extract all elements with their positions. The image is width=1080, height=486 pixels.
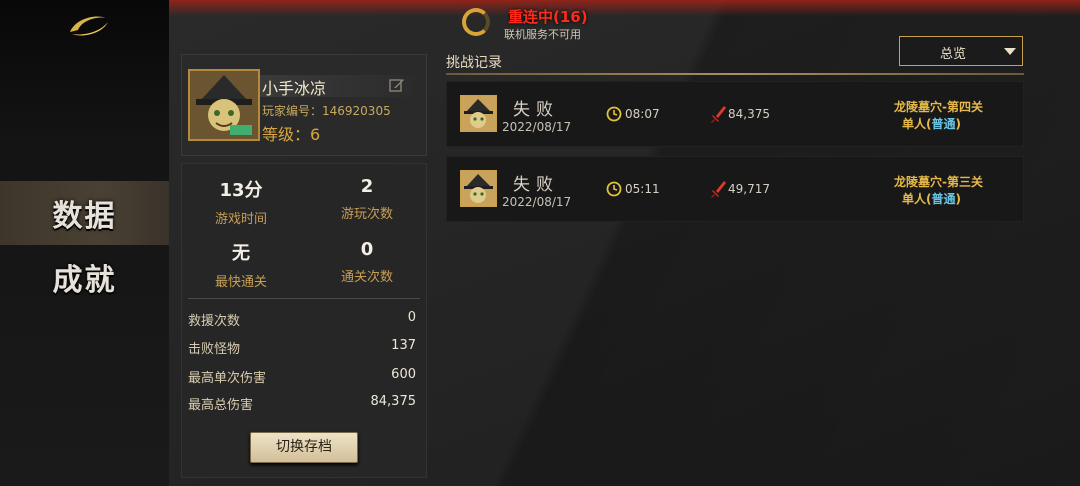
record-mode-label: 单人( [902, 192, 932, 206]
stat-row-label: 击败怪物 [188, 342, 241, 357]
clock-icon [606, 106, 622, 122]
stat-row-rescues: 救援次数 0 [188, 310, 416, 330]
records-divider [446, 73, 1024, 75]
stat-value: 0 [360, 239, 374, 260]
record-mode-end: ) [955, 117, 961, 131]
switch-save-button[interactable]: 切换存档 [250, 432, 358, 463]
edit-icon[interactable] [389, 77, 405, 93]
sword-icon [711, 181, 726, 198]
sidebar-item-label: 数据 [52, 199, 117, 234]
stat-clear-count: 0 通关次数 [312, 239, 422, 285]
character-portrait-icon [190, 71, 258, 139]
character-portrait-icon [461, 96, 496, 131]
record-damage: 84,375 [728, 107, 770, 121]
record-mode-end: ) [955, 192, 961, 206]
record-mode: 单人(普通) [902, 115, 961, 132]
sidebar-item-label: 成就 [52, 263, 117, 298]
stat-row-label: 最高总伤害 [188, 398, 254, 413]
record-mode: 单人(普通) [902, 190, 961, 207]
divider [188, 298, 420, 299]
stat-label: 最快通关 [214, 275, 267, 290]
record-time: 05:11 [625, 182, 660, 196]
stat-row-value: 84,375 [370, 394, 417, 409]
stat-row-value: 600 [391, 367, 416, 382]
game-logo-icon [70, 16, 108, 36]
profile-card: 小手冰凉 玩家编号：146920305 等级：6 [181, 54, 427, 156]
chevron-down-icon [1004, 48, 1016, 55]
stat-fastest-clear: 无 最快通关 [186, 239, 296, 290]
stat-label: 游玩次数 [340, 207, 393, 222]
record-result: 失败 [513, 100, 559, 120]
clock-icon [606, 181, 622, 197]
records-filter-dropdown[interactable]: 总览 [899, 36, 1023, 66]
record-card[interactable]: 失败 2022/08/17 05:11 49,717 龙陵墓穴-第三关 单人(普… [446, 156, 1024, 222]
record-damage: 49,717 [728, 182, 770, 196]
record-avatar [460, 95, 497, 132]
stat-value: 13分 [219, 180, 263, 201]
avatar [188, 69, 260, 141]
record-date: 2022/08/17 [502, 195, 572, 209]
profile-name: 小手冰凉 [262, 79, 327, 98]
record-difficulty: 普通 [931, 192, 956, 206]
status-subtitle: 联机服务不可用 [504, 28, 581, 41]
sidebar: 数据 成就 [0, 0, 169, 486]
record-stage: 龙陵墓穴-第四关 [894, 100, 983, 114]
record-avatar [460, 170, 497, 207]
record-card[interactable]: 失败 2022/08/17 08:07 84,375 龙陵墓穴-第四关 单人(普… [446, 81, 1024, 147]
stat-row-label: 最高单次伤害 [188, 371, 267, 386]
stat-play-count: 2 游玩次数 [312, 176, 422, 222]
stat-row-value: 137 [391, 338, 416, 353]
stats-panel: 13分 游戏时间 2 游玩次数 无 最快通关 0 通关次数 救援次数 0 击败怪… [181, 163, 427, 478]
stat-row-label: 救援次数 [188, 314, 241, 329]
stat-row-max-single-damage: 最高单次伤害 600 [188, 367, 416, 387]
record-difficulty: 普通 [931, 117, 956, 131]
stat-value: 无 [232, 243, 250, 264]
stat-row-monsters-defeated: 击败怪物 137 [188, 338, 416, 358]
stat-label: 通关次数 [340, 270, 393, 285]
record-mode-label: 单人( [902, 117, 932, 131]
sidebar-item-achievements[interactable]: 成就 [0, 245, 169, 309]
stat-row-max-total-damage: 最高总伤害 84,375 [188, 394, 416, 414]
loading-spinner-icon [462, 8, 490, 36]
record-time: 08:07 [625, 107, 660, 121]
sidebar-item-data[interactable]: 数据 [0, 181, 169, 245]
sword-icon [711, 106, 726, 123]
dropdown-selected-value: 总览 [940, 47, 967, 62]
record-stage: 龙陵墓穴-第三关 [894, 175, 983, 189]
stat-row-value: 0 [407, 310, 416, 325]
player-level: 等级：6 [262, 125, 321, 144]
record-date: 2022/08/17 [502, 120, 572, 134]
status-title: 重连中(16) [508, 8, 588, 26]
character-portrait-icon [461, 171, 496, 206]
record-result: 失败 [513, 175, 559, 195]
stat-value: 2 [360, 176, 374, 197]
stat-play-time: 13分 游戏时间 [186, 176, 296, 227]
player-id: 玩家编号：146920305 [262, 104, 391, 118]
records-title: 挑战记录 [446, 55, 502, 71]
stat-label: 游戏时间 [214, 212, 267, 227]
